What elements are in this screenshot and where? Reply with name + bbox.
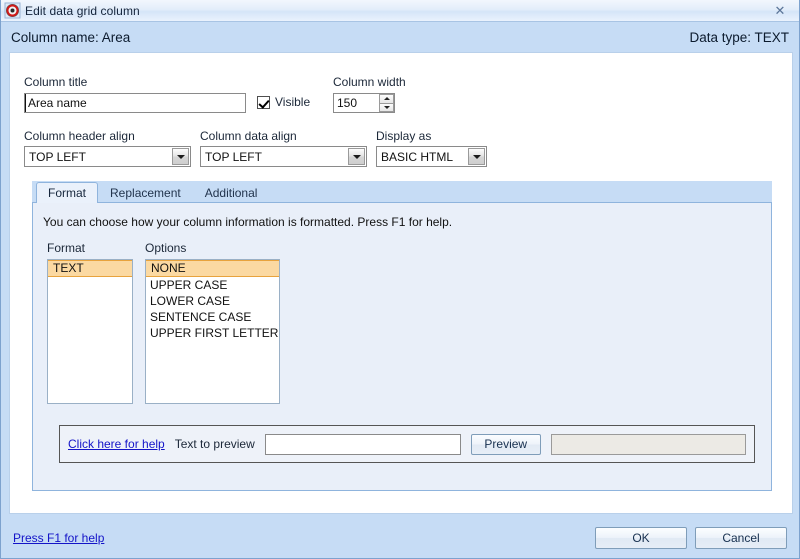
data-type-label: Data type: TEXT <box>689 29 789 45</box>
spinner-up-icon[interactable] <box>379 94 394 103</box>
tab-format[interactable]: Format <box>36 182 99 203</box>
spinner-buttons[interactable] <box>379 94 394 112</box>
column-data-align-value: TOP LEFT <box>205 149 262 164</box>
title-bar: Edit data grid column ✕ <box>1 0 799 22</box>
format-list[interactable]: TEXT <box>47 259 133 404</box>
press-f1-for-help-link[interactable]: Press F1 for help <box>13 531 104 545</box>
tab-strip: Format Replacement Additional <box>32 181 772 203</box>
tab-panel-format: You can choose how your column informati… <box>32 203 772 491</box>
text-to-preview-input[interactable] <box>264 433 461 455</box>
column-header-align-value: TOP LEFT <box>29 149 86 164</box>
chevron-down-icon[interactable] <box>172 148 189 165</box>
preview-output <box>550 433 746 455</box>
column-title-input[interactable] <box>24 93 246 113</box>
ok-button[interactable]: OK <box>595 526 687 549</box>
preview-group: Click here for help Text to preview Prev… <box>59 425 755 463</box>
spinner-down-icon[interactable] <box>379 102 394 112</box>
footer-bar: Press F1 for help OK Cancel <box>1 517 799 558</box>
column-data-align-select[interactable]: TOP LEFT <box>200 146 367 167</box>
display-as-label: Display as <box>376 129 432 143</box>
edit-data-grid-column-dialog: Edit data grid column ✕ Column name: Are… <box>0 0 800 559</box>
text-to-preview-label: Text to preview <box>174 437 255 451</box>
window-title: Edit data grid column <box>25 3 140 18</box>
display-as-select[interactable]: BASIC HTML <box>376 146 487 167</box>
tab-additional[interactable]: Additional <box>193 182 270 202</box>
list-item[interactable]: TEXT <box>48 260 132 277</box>
chevron-down-icon[interactable] <box>348 148 365 165</box>
list-item[interactable]: SENTENCE CASE <box>146 309 279 325</box>
column-data-align-label: Column data align <box>200 129 297 143</box>
visible-checkbox[interactable]: Visible <box>257 95 310 109</box>
column-name-label: Column name: Area <box>11 29 131 45</box>
column-title-label: Column title <box>24 75 88 89</box>
list-item[interactable]: LOWER CASE <box>146 293 279 309</box>
cancel-button[interactable]: Cancel <box>695 526 787 549</box>
list-item[interactable]: NONE <box>146 260 279 277</box>
tab-control: Format Replacement Additional You can ch… <box>32 181 772 491</box>
format-list-label: Format <box>47 241 86 255</box>
visible-label: Visible <box>275 95 311 109</box>
options-list[interactable]: NONE UPPER CASE LOWER CASE SENTENCE CASE… <box>145 259 280 404</box>
list-item[interactable]: UPPER CASE <box>146 277 279 293</box>
format-description: You can choose how your column informati… <box>43 215 453 229</box>
preview-button[interactable]: Preview <box>470 433 541 455</box>
options-list-label: Options <box>145 241 187 255</box>
column-header-align-label: Column header align <box>24 129 135 143</box>
column-header-align-select[interactable]: TOP LEFT <box>24 146 191 167</box>
checkbox-box[interactable] <box>257 95 270 109</box>
close-icon[interactable]: ✕ <box>765 1 795 20</box>
chevron-down-icon[interactable] <box>468 148 485 165</box>
column-width-stepper[interactable] <box>333 93 395 113</box>
main-panel: Column title Visible Column width Column… <box>9 52 793 514</box>
tab-replacement[interactable]: Replacement <box>98 182 193 202</box>
target-icon <box>4 2 21 19</box>
click-here-for-help-link[interactable]: Click here for help <box>68 437 165 451</box>
column-width-label: Column width <box>333 75 406 89</box>
header-strip: Column name: Area Data type: TEXT <box>1 22 799 52</box>
list-item[interactable]: UPPER FIRST LETTERS <box>146 325 279 341</box>
display-as-value: BASIC HTML <box>381 149 454 164</box>
